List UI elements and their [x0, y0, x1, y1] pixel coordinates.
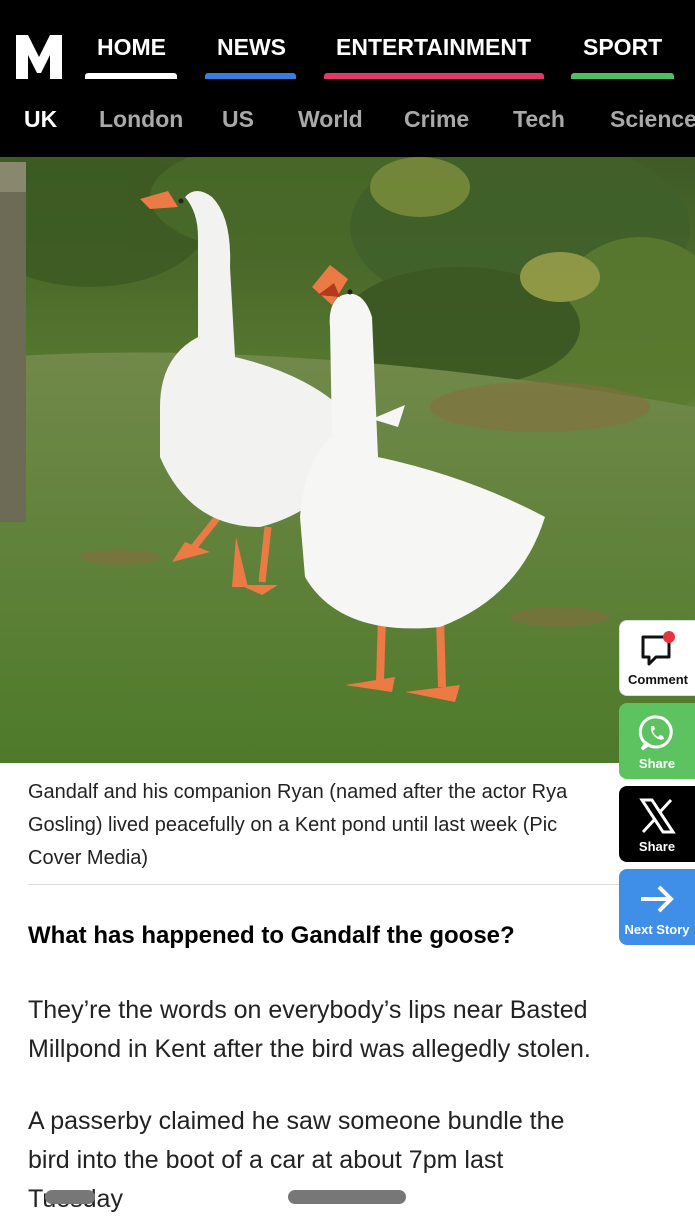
nav-sport-indicator [571, 73, 674, 79]
nav-entertainment-indicator [324, 73, 544, 79]
caption-line: Gandalf and his companion Ryan (named af… [28, 781, 568, 803]
comment-label: Comment [628, 672, 688, 687]
subnav-uk[interactable]: UK [24, 106, 57, 133]
caption-line: Cover Media) [28, 847, 149, 869]
caption-divider [28, 884, 668, 885]
top-navigation: HOME NEWS ENTERTAINMENT SPORT UK London … [0, 0, 695, 157]
comment-icon [641, 631, 675, 666]
floating-button-edge[interactable] [45, 1190, 95, 1204]
nav-home-indicator [85, 73, 177, 79]
article-subheading: What has happened to Gandalf the goose? [28, 922, 515, 949]
article-paragraph-1: They’re the words on everybody’s lips ne… [28, 991, 673, 1069]
article-image [0, 157, 695, 763]
next-story-label: Next Story [624, 922, 690, 937]
nav-news-indicator [205, 73, 296, 79]
x-share-button[interactable]: Share [619, 786, 695, 862]
subnav-tech[interactable]: Tech [513, 106, 565, 133]
comment-button[interactable]: Comment [619, 620, 695, 696]
subnav-science[interactable]: Science [610, 106, 695, 133]
subnav-crime[interactable]: Crime [404, 106, 469, 133]
caption-line: Gosling) lived peacefully on a Kent pond… [28, 814, 558, 836]
geese-photo [0, 157, 695, 763]
whatsapp-share-button[interactable]: Share [619, 703, 695, 779]
subnav-london[interactable]: London [99, 106, 183, 133]
x-logo-icon [639, 798, 676, 834]
paragraph-line: Millpond in Kent after the bird was alle… [28, 1035, 591, 1063]
nav-news[interactable]: NEWS [217, 34, 286, 61]
whatsapp-icon [638, 715, 673, 751]
subnav-us[interactable]: US [222, 106, 254, 133]
nav-entertainment[interactable]: ENTERTAINMENT [336, 34, 531, 61]
image-caption: Gandalf and his companion Ryan (named af… [28, 776, 628, 875]
arrow-right-icon [641, 885, 674, 913]
x-share-label: Share [638, 839, 676, 854]
whatsapp-share-label: Share [638, 756, 676, 771]
paragraph-line: bird into the boot of a car at about 7pm… [28, 1146, 504, 1174]
subnav-world[interactable]: World [298, 106, 363, 133]
next-story-button[interactable]: Next Story [619, 869, 695, 945]
main-nav: HOME NEWS ENTERTAINMENT SPORT [0, 0, 695, 85]
paragraph-line: They’re the words on everybody’s lips ne… [28, 996, 588, 1024]
sub-nav: UK London US World Crime Tech Science [0, 100, 695, 140]
paragraph-line: A passerby claimed he saw someone bundle… [28, 1107, 565, 1135]
nav-sport[interactable]: SPORT [583, 34, 662, 61]
home-indicator [288, 1190, 406, 1204]
nav-home[interactable]: HOME [97, 34, 166, 61]
